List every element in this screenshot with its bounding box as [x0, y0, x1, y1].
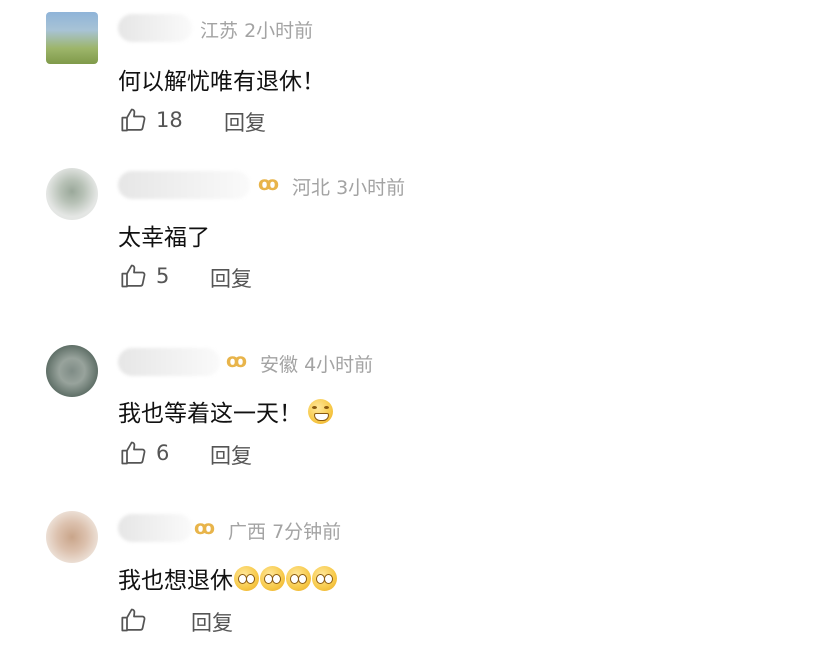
comment-meta: 江苏 2小时前: [200, 16, 313, 43]
pleading-emoji-icon: [286, 565, 311, 591]
comment-meta: 广西 7分钟前: [228, 517, 341, 544]
comment-actions: 6: [120, 439, 169, 467]
like-count: 18: [156, 108, 183, 132]
comment-text: 我也等着这一天！: [118, 394, 333, 428]
username-blurred[interactable]: [118, 348, 220, 376]
timestamp: 7分钟前: [272, 521, 342, 543]
comment-text: 何以解忧唯有退休！: [118, 69, 325, 95]
like-count: 5: [156, 264, 170, 288]
username-blurred[interactable]: [118, 14, 192, 42]
comment-meta: 安徽 4小时前: [260, 350, 373, 377]
location: 江苏: [200, 20, 239, 42]
reply-button[interactable]: 回复: [210, 440, 252, 470]
avatar[interactable]: [46, 168, 98, 220]
reply-button[interactable]: 回复: [191, 607, 233, 637]
location: 广西: [228, 521, 267, 543]
thumbs-up-icon[interactable]: [120, 606, 148, 634]
avatar[interactable]: [46, 511, 98, 563]
pleading-emoji-icon: [234, 565, 259, 591]
thumbs-up-icon[interactable]: [120, 439, 148, 467]
vip-badge-icon: ꝏ: [194, 517, 216, 539]
vip-badge-icon: ꝏ: [226, 350, 248, 372]
pleading-emoji-icon: [260, 565, 285, 591]
comment-actions: 5: [120, 262, 169, 290]
pleading-emoji-icon: [312, 565, 337, 591]
comment-text: 太幸福了: [118, 225, 210, 251]
timestamp: 4小时前: [304, 354, 374, 376]
timestamp: 3小时前: [336, 177, 406, 199]
comment-meta: 河北 3小时前: [292, 173, 405, 200]
like-count: 6: [156, 441, 170, 465]
comment-text-content: 我也等着这一天！: [118, 401, 302, 427]
comment-actions: [120, 606, 148, 634]
reply-button[interactable]: 回复: [210, 263, 252, 293]
avatar[interactable]: [46, 345, 98, 397]
comment-actions: 18: [120, 106, 183, 134]
vip-badge-icon: ꝏ: [258, 173, 280, 195]
reply-button[interactable]: 回复: [224, 107, 266, 137]
username-blurred[interactable]: [118, 514, 192, 542]
username-blurred[interactable]: [118, 171, 250, 199]
timestamp: 2小时前: [244, 20, 314, 42]
location: 安徽: [260, 354, 299, 376]
thumbs-up-icon[interactable]: [120, 106, 148, 134]
thumbs-up-icon[interactable]: [120, 262, 148, 290]
location: 河北: [292, 177, 331, 199]
comment-text: 我也想退休: [118, 561, 337, 595]
comment-text-content: 我也想退休: [118, 568, 233, 594]
grin-emoji-icon: [308, 398, 333, 424]
avatar[interactable]: [46, 12, 98, 64]
